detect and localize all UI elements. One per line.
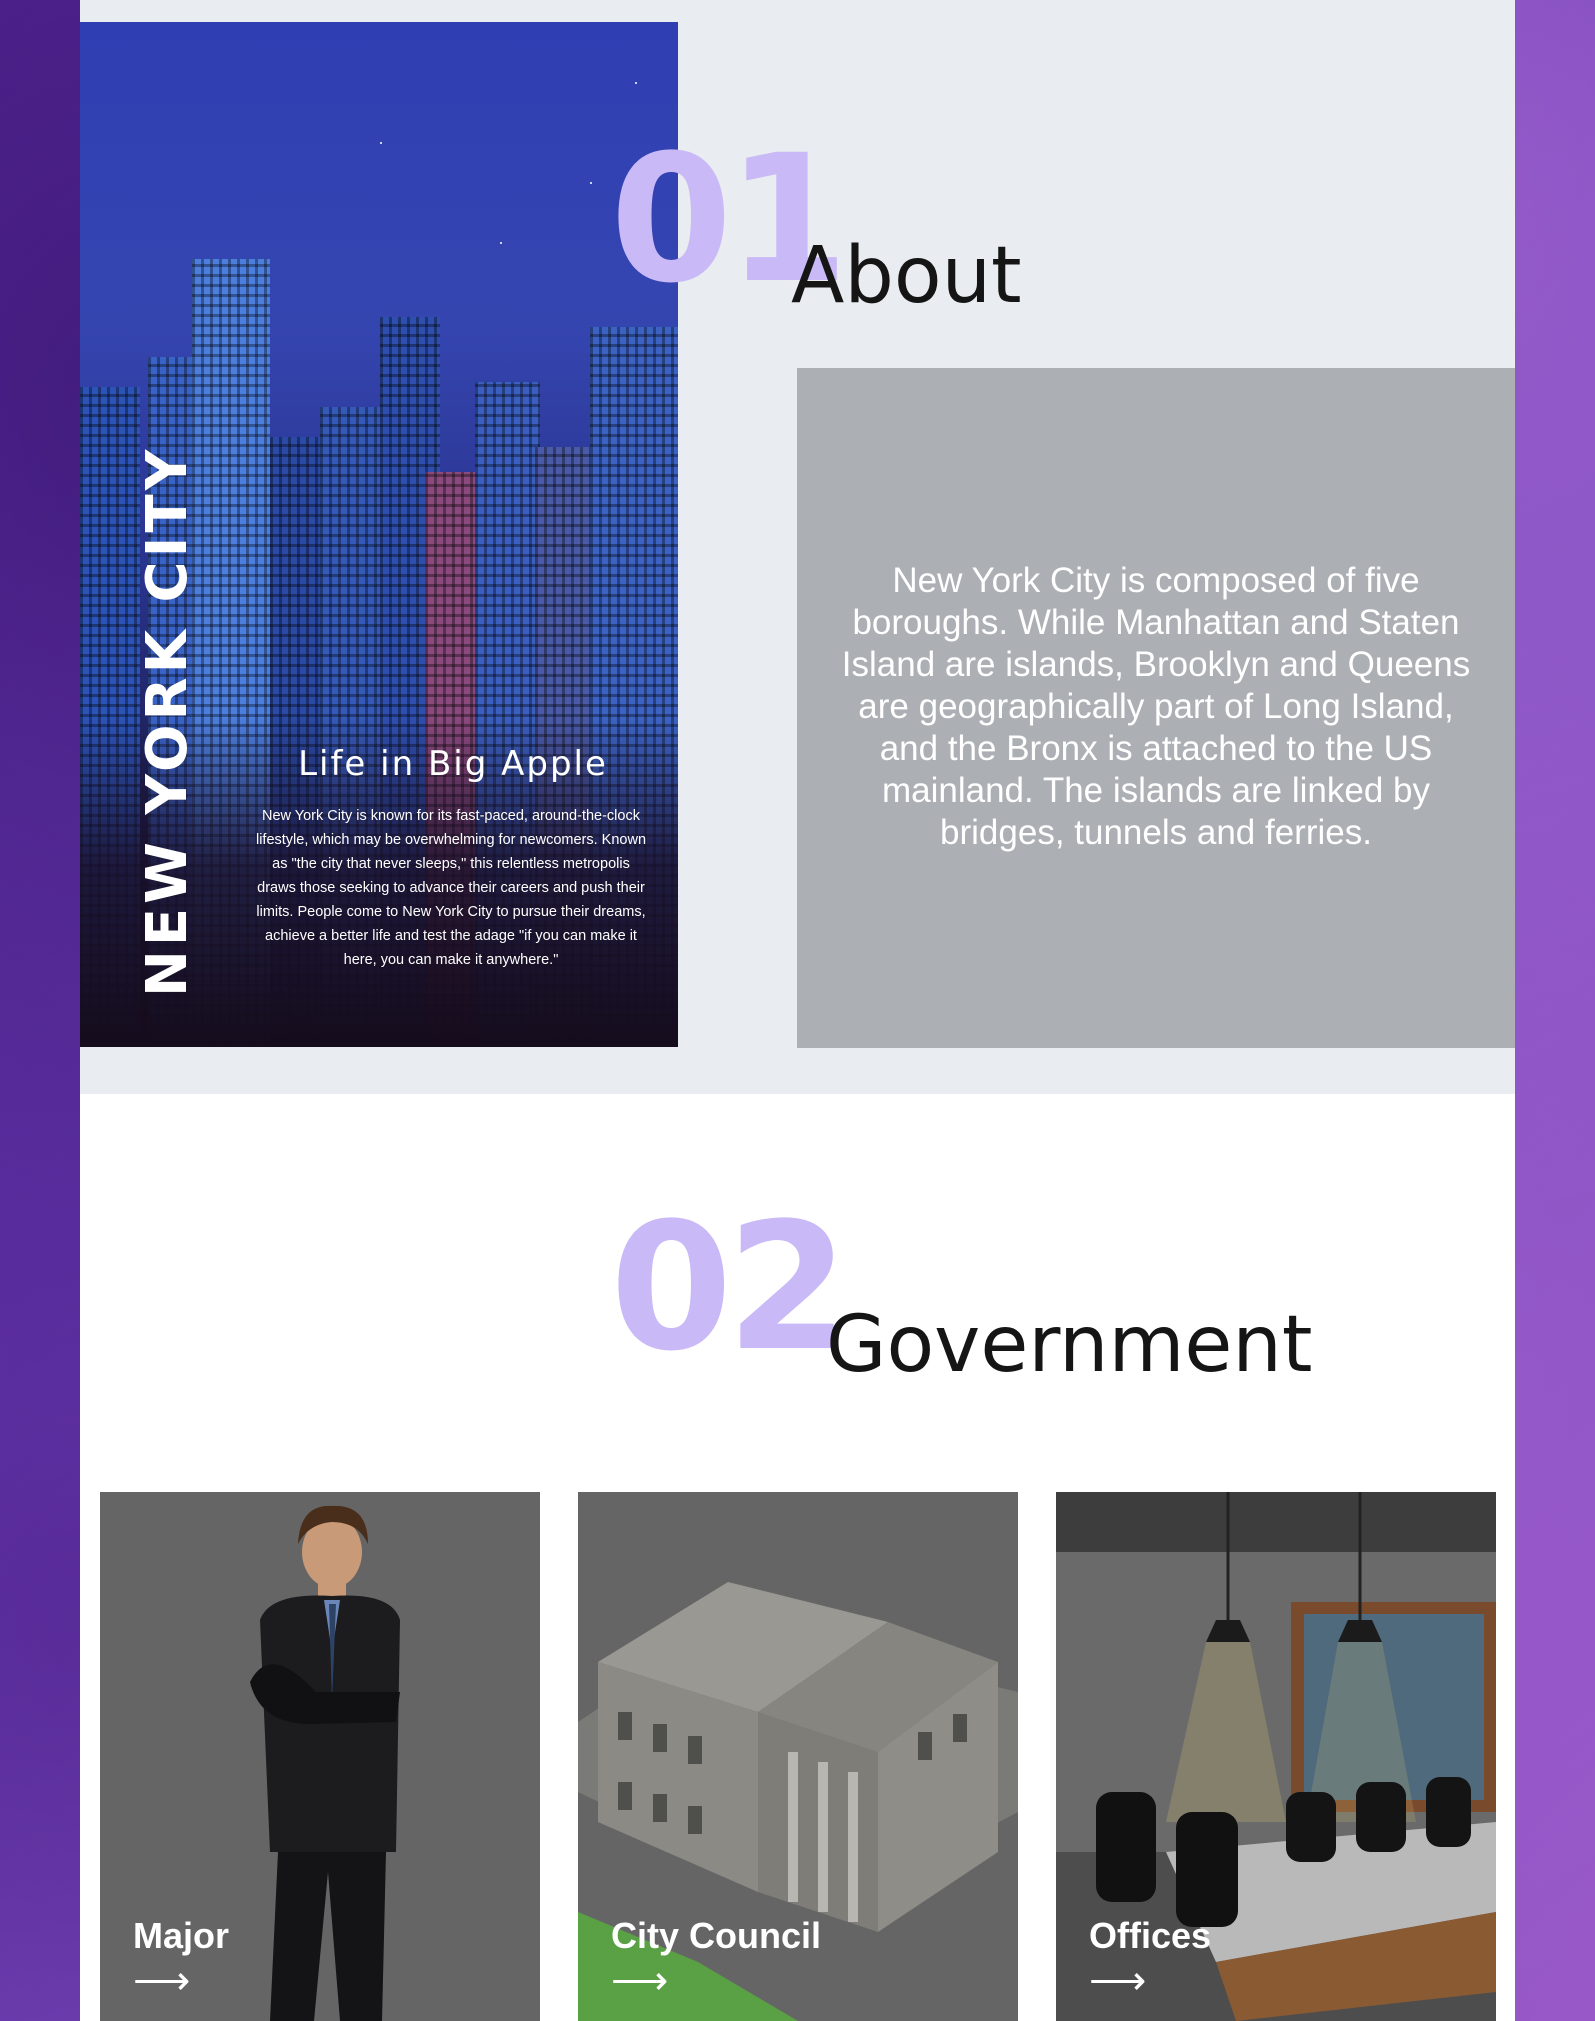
about-heading: About xyxy=(791,231,1022,321)
city-skyline-image: NEW YORK CITY Life in Big Apple New York… xyxy=(80,22,678,1047)
card-offices[interactable]: Offices ⟶ xyxy=(1056,1492,1496,2021)
section-number-02: 02 xyxy=(610,1185,849,1390)
star xyxy=(500,242,502,244)
hero-body-text: New York City is known for its fast-pace… xyxy=(255,808,647,968)
card-major[interactable]: Major ⟶ xyxy=(100,1492,540,2021)
about-description: New York City is composed of five boroug… xyxy=(841,561,1471,852)
government-heading: Government xyxy=(826,1300,1313,1390)
card-city-council[interactable]: City Council ⟶ xyxy=(578,1492,1018,2021)
arrow-right-icon[interactable]: ⟶ xyxy=(611,1961,668,2001)
about-description-box: New York City is composed of five boroug… xyxy=(797,368,1515,1048)
hero-subtitle: Life in Big Apple xyxy=(298,744,608,784)
card-label-major: Major xyxy=(133,1915,230,1956)
star xyxy=(380,142,382,144)
vertical-city-title: NEW YORK CITY xyxy=(135,445,200,997)
card-label-city-council: City Council xyxy=(611,1915,822,1956)
about-section: NEW YORK CITY Life in Big Apple New York… xyxy=(80,0,1515,1094)
arrow-right-icon[interactable]: ⟶ xyxy=(1089,1961,1146,2001)
page-sheet: NEW YORK CITY Life in Big Apple New York… xyxy=(80,0,1515,2021)
star xyxy=(590,182,592,184)
star xyxy=(635,82,637,84)
card-label-offices: Offices xyxy=(1089,1915,1212,1956)
arrow-right-icon[interactable]: ⟶ xyxy=(133,1961,190,2001)
